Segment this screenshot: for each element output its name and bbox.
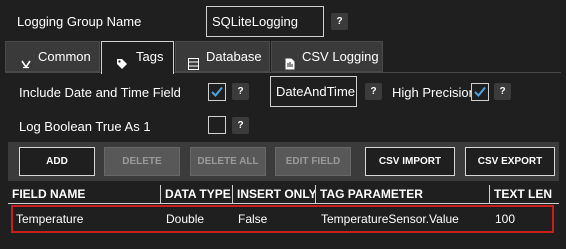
tab-database[interactable]: Database xyxy=(175,41,270,72)
checkmark-icon xyxy=(211,86,223,97)
tab-tags[interactable]: Tags xyxy=(101,41,174,74)
include-date-time-label: Include Date and Time Field xyxy=(19,85,181,100)
tag-icon xyxy=(116,51,128,80)
date-time-field-help-icon[interactable]: ? xyxy=(365,83,382,100)
table-row[interactable]: Temperature Double False TemperatureSens… xyxy=(11,205,554,233)
column-header-data-type[interactable]: DATA TYPE xyxy=(161,185,233,204)
edit-field-button[interactable]: EDIT FIELD xyxy=(275,147,351,176)
delete-button[interactable]: DELETE xyxy=(104,147,180,176)
arrow-icon xyxy=(20,51,32,80)
tab-database-label: Database xyxy=(206,49,262,64)
tag-fields-table: FIELD NAME DATA TYPE INSERT ONLY TAG PAR… xyxy=(8,181,559,238)
column-header-field-name[interactable]: FIELD NAME xyxy=(8,185,161,204)
tab-common[interactable]: Common xyxy=(5,41,100,72)
tag-toolbar: ADD DELETE DELETE ALL EDIT FIELD CSV IMP… xyxy=(8,142,559,181)
column-header-insert-only[interactable]: INSERT ONLY xyxy=(233,185,316,204)
cell-data-type: Double xyxy=(166,212,205,226)
csv-export-button[interactable]: CSV EXPORT xyxy=(465,147,555,176)
high-precision-checkbox[interactable] xyxy=(471,83,489,101)
database-icon xyxy=(188,51,199,80)
high-precision-label: High Precision xyxy=(392,85,476,100)
tab-csv-logging[interactable]: CSV Logging xyxy=(271,41,383,72)
cell-field-name: Temperature xyxy=(16,212,84,226)
log-boolean-help-icon[interactable]: ? xyxy=(232,117,249,134)
high-precision-help-icon[interactable]: ? xyxy=(494,83,511,100)
logging-group-name-label: Logging Group Name xyxy=(17,14,142,29)
checkmark-icon xyxy=(474,86,486,97)
log-boolean-checkbox[interactable] xyxy=(208,116,226,134)
delete-all-button[interactable]: DELETE ALL xyxy=(190,147,266,176)
tab-tags-label: Tags xyxy=(136,49,164,64)
tab-csv-logging-label: CSV Logging xyxy=(302,49,379,64)
include-date-time-help-icon[interactable]: ? xyxy=(232,83,249,100)
tab-common-label: Common xyxy=(38,49,91,64)
add-button[interactable]: ADD xyxy=(19,147,95,176)
date-time-field-input[interactable]: DateAndTime xyxy=(270,76,357,107)
logging-group-name-help-icon[interactable]: ? xyxy=(331,13,348,30)
csv-import-button[interactable]: CSV IMPORT xyxy=(365,147,455,176)
column-header-text-length[interactable]: TEXT LEN xyxy=(490,185,559,204)
include-date-time-checkbox[interactable] xyxy=(208,83,226,101)
tab-divider xyxy=(5,72,561,73)
cell-tag-parameter: TemperatureSensor.Value xyxy=(321,212,459,226)
cell-text-length: 100 xyxy=(495,212,516,226)
table-header: FIELD NAME DATA TYPE INSERT ONLY TAG PAR… xyxy=(8,181,559,204)
log-boolean-label: Log Boolean True As 1 xyxy=(19,119,151,134)
cell-insert-only: False xyxy=(238,212,268,226)
column-header-tag-parameter[interactable]: TAG PARAMETER xyxy=(316,185,490,204)
logging-group-name-input[interactable]: SQLiteLogging xyxy=(206,6,324,37)
